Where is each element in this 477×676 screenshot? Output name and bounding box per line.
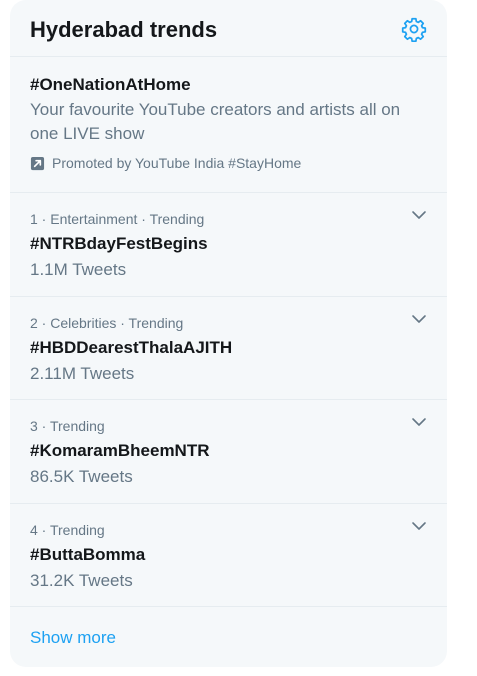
promoted-by-text: Promoted by YouTube India #StayHome <box>52 155 302 171</box>
trends-header: Hyderabad trends <box>10 0 447 57</box>
chevron-down-icon[interactable] <box>411 416 427 428</box>
promoted-by-line: Promoted by YouTube India #StayHome <box>30 155 427 171</box>
trend-name: #NTRBdayFestBegins <box>30 234 208 253</box>
show-more-link[interactable]: Show more <box>10 607 447 648</box>
trend-item[interactable]: 1 · Entertainment · Trending #NTRBdayFes… <box>10 193 447 297</box>
promoted-description: Your favourite YouTube creators and arti… <box>30 100 401 143</box>
gear-icon[interactable] <box>401 16 427 42</box>
promoted-trend[interactable]: #OneNationAtHome Your favourite YouTube … <box>10 57 447 193</box>
trend-meta: 1 · Entertainment · Trending <box>30 211 205 227</box>
chevron-down-icon[interactable] <box>411 520 427 532</box>
chevron-down-icon[interactable] <box>411 313 427 325</box>
trend-name: #ButtaBomma <box>30 544 146 564</box>
promoted-arrow-icon <box>30 156 45 170</box>
trend-count: 1.1M Tweets <box>30 260 127 279</box>
trend-item[interactable]: 2 · Celebrities · Trending #HBDDearestTh… <box>10 297 447 400</box>
trend-name: #HBDDearestThalaAJITH <box>30 337 233 357</box>
chevron-down-icon[interactable] <box>411 209 427 221</box>
promoted-hashtag: #OneNationAtHome <box>30 75 191 94</box>
trend-meta: 3 · Trending <box>30 418 105 434</box>
trend-meta: 2 · Celebrities · Trending <box>30 314 184 331</box>
trend-meta: 4 · Trending <box>30 521 105 538</box>
trends-panel: Hyderabad trends #OneNationAtHome Your f… <box>10 0 447 667</box>
trend-count: 86.5K Tweets <box>30 467 133 486</box>
trend-item[interactable]: 3 · Trending #KomaramBheemNTR 86.5K Twee… <box>10 400 447 504</box>
trend-count: 31.2K Tweets <box>30 570 133 590</box>
trend-name: #KomaramBheemNTR <box>30 441 210 460</box>
trend-count: 2.11M Tweets <box>30 363 135 383</box>
trend-item[interactable]: 4 · Trending #ButtaBomma 31.2K Tweets <box>10 504 447 607</box>
trends-title: Hyderabad trends <box>30 17 218 42</box>
